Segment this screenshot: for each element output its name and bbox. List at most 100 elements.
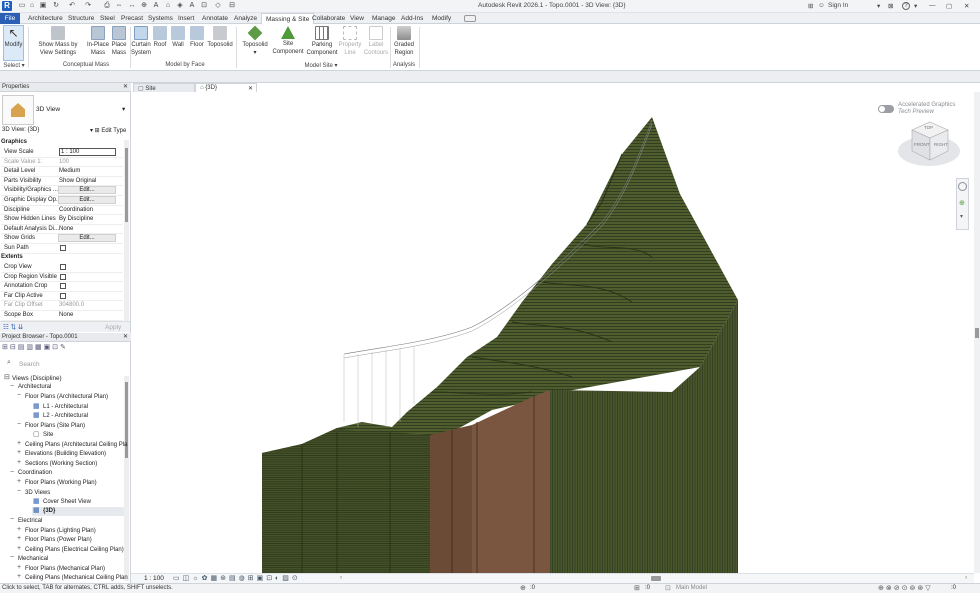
tree-item[interactable]: Site bbox=[43, 432, 53, 438]
measure-icon[interactable]: ⇔ bbox=[115, 2, 123, 10]
site-component-button[interactable]: Site Component bbox=[272, 26, 304, 56]
tab-view[interactable]: View bbox=[350, 15, 364, 22]
3d-viewport[interactable]: Accelerated Graphics Tech Preview TOP FR… bbox=[132, 92, 974, 573]
3d-view-icon[interactable]: ⌂ bbox=[164, 2, 172, 10]
expand-icon[interactable]: + bbox=[17, 545, 21, 552]
annotation-crop-checkbox[interactable] bbox=[60, 283, 66, 290]
minimize-icon[interactable]: — bbox=[929, 2, 936, 9]
tree-item[interactable]: Floor Plans (Site Plan) bbox=[25, 423, 85, 429]
tab-analyze[interactable]: Analyze bbox=[234, 15, 257, 22]
modify-button[interactable]: ↖ Modify bbox=[3, 25, 24, 61]
categories-icon[interactable]: ☷ ⇅ ⇊ bbox=[3, 323, 23, 331]
undo-icon[interactable]: ↶ bbox=[68, 2, 76, 10]
tab-structure[interactable]: Structure bbox=[68, 15, 94, 22]
viewcube-right[interactable]: RIGHT bbox=[934, 142, 948, 147]
user-icon[interactable]: ☺ bbox=[818, 2, 825, 9]
close-icon[interactable]: ✕ bbox=[123, 333, 128, 340]
editable-icon[interactable]: ⊞ bbox=[634, 584, 640, 592]
roof-button[interactable]: Roof bbox=[152, 26, 168, 50]
tree-item[interactable]: Sections (Working Section) bbox=[25, 461, 97, 467]
show-mass-button[interactable]: Show Mass by View Settings bbox=[36, 26, 80, 57]
tab-collaborate[interactable]: Collaborate bbox=[312, 15, 345, 22]
collapse-icon[interactable]: − bbox=[10, 383, 14, 390]
instance-selector[interactable]: 3D View: {3D} bbox=[2, 127, 39, 133]
nav-dropdown-icon[interactable]: ▾ bbox=[960, 213, 963, 220]
view-scale-control[interactable]: 1 : 100 bbox=[144, 575, 164, 582]
place-mass-button[interactable]: Place Mass bbox=[108, 26, 130, 57]
zoom-icon[interactable]: ⊕ bbox=[959, 199, 965, 207]
scroll-thumb[interactable] bbox=[975, 328, 979, 338]
worksharing-icon[interactable]: ⊕ bbox=[520, 584, 526, 592]
active-model[interactable]: Main Model bbox=[676, 585, 707, 591]
tree-item[interactable]: Ceiling Plans (Mechanical Ceiling Plan bbox=[25, 575, 128, 581]
prop-sun-path[interactable]: Sun Path bbox=[1, 244, 123, 254]
tree-item[interactable]: Floor Plans (Architectural Plan) bbox=[25, 394, 108, 400]
wall-button[interactable]: Wall bbox=[170, 26, 186, 50]
group-model-site[interactable]: Model Site ▾ bbox=[276, 62, 366, 69]
tree-item[interactable]: Coordination bbox=[18, 470, 52, 476]
prop-crop-region-visible[interactable]: Crop Region Visible bbox=[1, 273, 123, 283]
tab-modify[interactable]: Modify bbox=[432, 15, 451, 22]
close-icon[interactable]: ✕ bbox=[123, 83, 128, 90]
prop-crop-view[interactable]: Crop View bbox=[1, 263, 123, 273]
section-graphics[interactable]: Graphics bbox=[1, 139, 123, 147]
sync-icon[interactable]: ↻ bbox=[52, 2, 60, 10]
close-hidden-icon[interactable]: ⊡ bbox=[200, 2, 208, 10]
prop-annotation-crop[interactable]: Annotation Crop bbox=[1, 282, 123, 292]
tree-item[interactable]: Cover Sheet View bbox=[43, 499, 91, 505]
viewcube[interactable]: TOP FRONT RIGHT bbox=[896, 118, 964, 170]
tree-item[interactable]: L1 - Architectural bbox=[43, 404, 88, 410]
edit-type-button[interactable]: ▾ ⊞ Edit Type bbox=[90, 127, 126, 134]
apply-button[interactable]: Apply bbox=[105, 324, 121, 331]
edit-button[interactable]: Edit... bbox=[58, 186, 116, 195]
browser-scrollbar[interactable] bbox=[124, 376, 129, 581]
crop-view-checkbox[interactable] bbox=[60, 264, 66, 270]
tab-add-ins[interactable]: Add-Ins bbox=[401, 15, 423, 22]
dropdown-icon[interactable]: ▾ bbox=[877, 2, 880, 10]
properties-scrollbar[interactable] bbox=[124, 140, 129, 322]
far-clip-checkbox[interactable] bbox=[60, 292, 66, 299]
prop-show-grids[interactable]: Show Grids Edit... bbox=[1, 234, 123, 244]
open-folder-icon[interactable]: ⌂ bbox=[28, 2, 36, 10]
design-options-icon[interactable]: ⊡ bbox=[665, 584, 671, 592]
tree-item[interactable]: Electrical bbox=[18, 518, 42, 524]
collapse-icon[interactable]: ⊟ bbox=[4, 373, 10, 381]
expand-icon[interactable]: + bbox=[17, 459, 21, 466]
tab-steel[interactable]: Steel bbox=[100, 15, 115, 22]
select-dropdown[interactable]: Select ▾ bbox=[3, 62, 25, 69]
type-dropdown-icon[interactable]: ▾ bbox=[122, 105, 125, 113]
text-icon[interactable]: A bbox=[152, 2, 160, 10]
floor-button[interactable]: Floor bbox=[188, 26, 206, 50]
expand-icon[interactable]: + bbox=[17, 440, 21, 447]
crop-region-checkbox[interactable] bbox=[60, 273, 66, 280]
prop-graphic-display[interactable]: Graphic Display Op... Edit... bbox=[1, 196, 123, 206]
tree-item[interactable]: 3D Views bbox=[25, 490, 50, 496]
browser-toolbar-icons[interactable]: ⊞⊟▤▥▦▣⊡✎ bbox=[2, 343, 68, 351]
collapse-icon[interactable]: − bbox=[17, 488, 21, 495]
prop-parts-visibility[interactable]: Parts Visibility Show Original bbox=[1, 177, 123, 187]
toposolid-face-button[interactable]: Toposolid bbox=[206, 26, 234, 50]
scroll-left-icon[interactable]: ‹ bbox=[340, 574, 342, 581]
view-scale-input[interactable]: 1 : 100 bbox=[59, 148, 116, 156]
apps-icon[interactable]: ⊠ bbox=[888, 2, 893, 10]
scroll-thumb[interactable] bbox=[125, 148, 128, 222]
close-tab-icon[interactable]: ✕ bbox=[248, 85, 253, 92]
tree-item-active-view[interactable]: {3D} bbox=[43, 508, 55, 514]
scroll-right-icon[interactable]: › bbox=[965, 574, 967, 581]
parking-component-button[interactable]: Parking Component bbox=[306, 26, 338, 57]
tree-item[interactable]: Ceiling Plans (Electrical Ceiling Plan) bbox=[25, 547, 124, 553]
tree-item[interactable]: Floor Plans (Mechanical Plan) bbox=[25, 566, 105, 572]
tab-insert[interactable]: Insert bbox=[178, 15, 194, 22]
prop-far-clip-active[interactable]: Far Clip Active bbox=[1, 292, 123, 302]
collapse-icon[interactable]: − bbox=[10, 554, 14, 561]
tree-item[interactable]: Ceiling Plans (Architectural Ceiling Pla bbox=[25, 442, 127, 448]
prop-default-analysis[interactable]: Default Analysis Di... None bbox=[1, 225, 123, 235]
collapse-icon[interactable]: − bbox=[10, 516, 14, 523]
browser-search[interactable]: ⌕ Search bbox=[7, 359, 122, 369]
label-contours-button[interactable]: Label Contours bbox=[362, 26, 390, 57]
section-extents[interactable]: Extents bbox=[1, 254, 123, 262]
tree-item[interactable]: L2 - Architectural bbox=[43, 413, 88, 419]
prop-visibility-graphics[interactable]: Visibility/Graphics ... Edit... bbox=[1, 186, 123, 196]
selection-filter-icons[interactable]: ⊕⊗⊘⊙⊚⊛▽ bbox=[878, 584, 933, 592]
help-icon[interactable]: ? bbox=[902, 2, 910, 10]
